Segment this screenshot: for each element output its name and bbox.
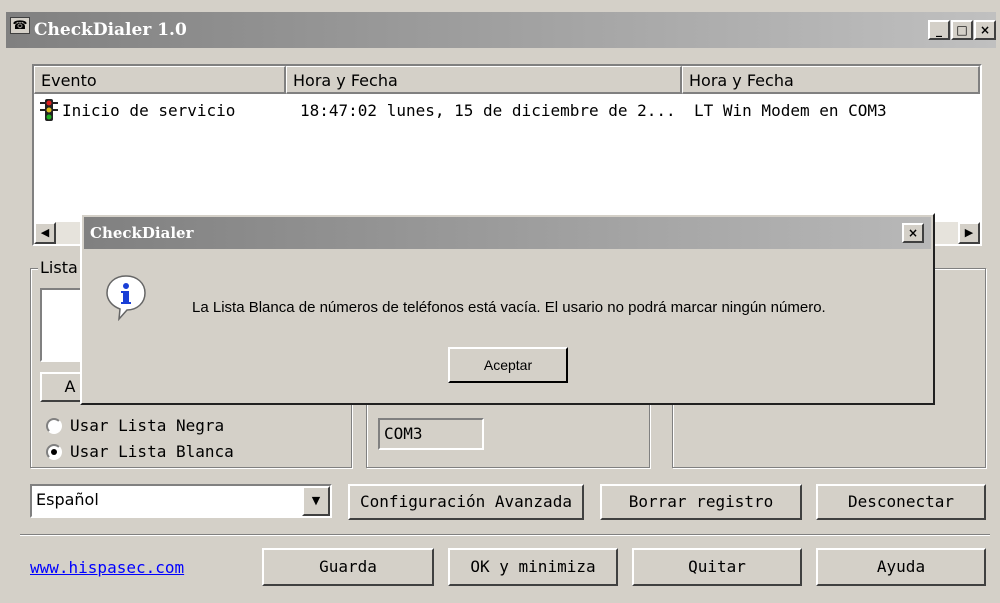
scroll-right-button[interactable]: ▶ <box>958 222 980 244</box>
radio-black-list[interactable] <box>46 418 62 434</box>
language-selected: Español <box>36 490 99 509</box>
row-event[interactable]: Inicio de servicio <box>62 96 282 126</box>
save-button[interactable]: Guarda <box>262 548 434 586</box>
ok-minimize-button[interactable]: OK y minimiza <box>448 548 618 586</box>
row-device[interactable]: LT Win Modem en COM3 <box>694 96 974 126</box>
port-field[interactable]: COM3 <box>378 418 484 450</box>
window-title: CheckDialer 1.0 <box>34 20 187 40</box>
disconnect-button[interactable]: Desconectar <box>816 484 986 520</box>
minimize-button[interactable]: _ <box>928 20 950 40</box>
main-window: ☎ CheckDialer 1.0 _ □ × Evento Hora y Fe… <box>0 0 1000 603</box>
help-button[interactable]: Ayuda <box>816 548 986 586</box>
radio-white-list[interactable] <box>46 444 62 460</box>
ok-button[interactable]: Aceptar <box>448 347 568 383</box>
dialog-close-button[interactable]: × <box>902 223 924 243</box>
maximize-button[interactable]: □ <box>951 20 973 40</box>
column-header-datetime[interactable]: Hora y Fecha <box>286 66 682 94</box>
footer-divider <box>20 534 990 536</box>
close-button[interactable]: × <box>974 20 996 40</box>
traffic-light-icon <box>38 98 60 122</box>
dialog-title-bar[interactable] <box>84 217 931 249</box>
website-link[interactable]: www.hispasec.com <box>30 558 184 577</box>
quit-button[interactable]: Quitar <box>632 548 802 586</box>
column-header-device[interactable]: Hora y Fecha <box>682 66 980 94</box>
clear-log-button[interactable]: Borrar registro <box>600 484 802 520</box>
row-datetime[interactable]: 18:47:02 lunes, 15 de diciembre de 2... <box>300 96 680 126</box>
language-select[interactable]: Español ▼ <box>30 484 332 518</box>
radio-black-list-label[interactable]: Usar Lista Negra <box>70 416 224 435</box>
radio-white-list-label[interactable]: Usar Lista Blanca <box>70 442 234 461</box>
dialog-message: La Lista Blanca de números de teléfonos … <box>192 299 826 316</box>
dialog-title: CheckDialer <box>90 224 194 242</box>
list-group-label: Lista <box>38 258 80 277</box>
chevron-down-icon[interactable]: ▼ <box>302 486 330 516</box>
advanced-settings-button[interactable]: Configuración Avanzada <box>348 484 584 520</box>
message-dialog: CheckDialer × La Lista Blanca de números… <box>80 213 935 405</box>
column-header-event[interactable]: Evento <box>34 66 286 94</box>
info-icon <box>104 273 148 322</box>
scroll-left-button[interactable]: ◀ <box>34 222 56 244</box>
phone-icon: ☎ <box>10 17 30 34</box>
